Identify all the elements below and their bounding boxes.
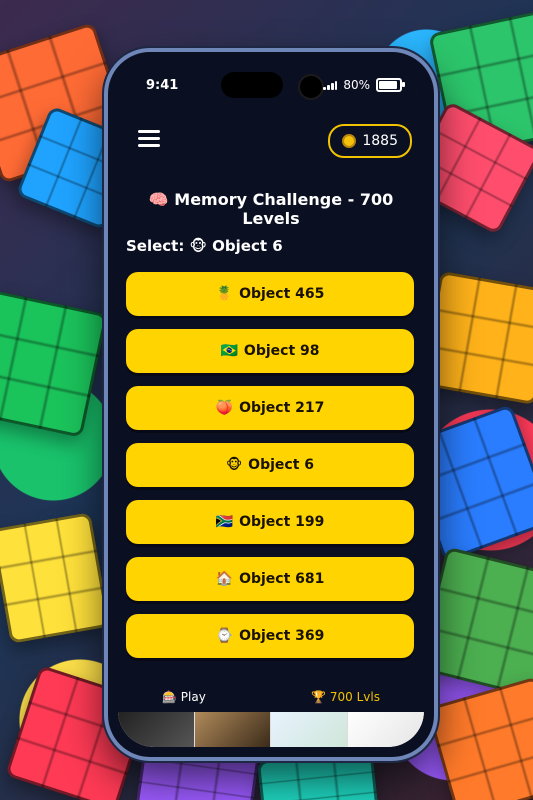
trophy-icon: 🏆 [311,690,327,704]
monkey-icon: 🐵 [189,237,207,255]
option-label: Object 98 [243,343,320,359]
watch-icon: ⌚ [215,628,234,644]
option-button[interactable]: ⌚ Object 369 [126,614,414,658]
coin-count: 1885 [362,133,398,149]
pineapple-icon: 🍍 [215,286,234,302]
menu-icon[interactable] [138,130,160,148]
ad-image[interactable] [347,712,424,747]
option-label: Object 6 [248,457,314,473]
title-text: Memory Challenge - 700 Levels [174,190,394,228]
option-button[interactable]: 🏠 Object 681 [126,557,414,601]
page-title: 🧠 Memory Challenge - 700 Levels [118,190,424,228]
coin-balance[interactable]: 1885 [328,124,412,158]
brazil-flag-icon: 🇧🇷 [220,343,238,359]
south-africa-flag-icon: 🇿🇦 [215,514,234,530]
option-label: Object 369 [239,628,325,644]
coin-icon [342,134,357,148]
option-label: Object 199 [239,514,325,530]
option-label: Object 681 [239,571,325,587]
ad-image[interactable] [118,712,195,747]
status-time: 9:41 [146,78,179,93]
option-button[interactable]: 🍍 Object 465 [126,272,414,316]
monkey-icon: 🐵 [225,457,243,473]
option-button[interactable]: 🇿🇦 Object 199 [126,500,414,544]
target-prompt: Select: 🐵 Object 6 [126,237,283,255]
option-button[interactable]: 🍑 Object 217 [126,386,414,430]
peach-icon: 🍑 [215,400,234,416]
play-icon: 🎰 [162,690,177,704]
status-right: 80% [323,78,405,92]
phone-frame: 9:41 80% 1885 🧠 Memory Challenge - 700 L… [104,48,438,761]
option-label: Object 465 [239,286,325,302]
app-screen: 9:41 80% 1885 🧠 Memory Challenge - 700 L… [118,62,424,747]
options-list: 🍍 Object 465 🇧🇷 Object 98 🍑 Object 217 🐵… [126,272,414,671]
house-icon: 🏠 [215,571,234,587]
option-button[interactable]: 🐵 Object 6 [126,443,414,487]
levels-label: 700 Lvls [329,690,380,704]
bottom-nav: 🎰 Play 🏆 700 Lvls [118,682,424,712]
status-bar: 9:41 80% [118,62,424,104]
brain-icon: 🧠 [148,190,169,209]
camera-icon [298,74,324,100]
ad-image[interactable] [271,712,348,747]
ad-image[interactable] [194,712,271,747]
play-label: Play [180,690,206,704]
signal-icon [323,80,338,90]
option-button[interactable]: 🇧🇷 Object 98 [126,329,414,373]
cube-decoration [0,512,111,644]
cube-decoration [426,676,533,800]
cube-decoration [0,288,108,438]
option-label: Object 217 [239,400,325,416]
nav-levels[interactable]: 🏆 700 Lvls [311,690,380,704]
ad-banner[interactable] [118,712,424,747]
battery-icon [376,78,405,92]
select-label: Select: [126,237,185,255]
battery-percent: 80% [343,78,370,92]
top-bar: 1885 [118,122,424,162]
target-name: Object 6 [212,237,283,255]
nav-play[interactable]: 🎰 Play [162,690,206,704]
dynamic-island [221,72,283,98]
